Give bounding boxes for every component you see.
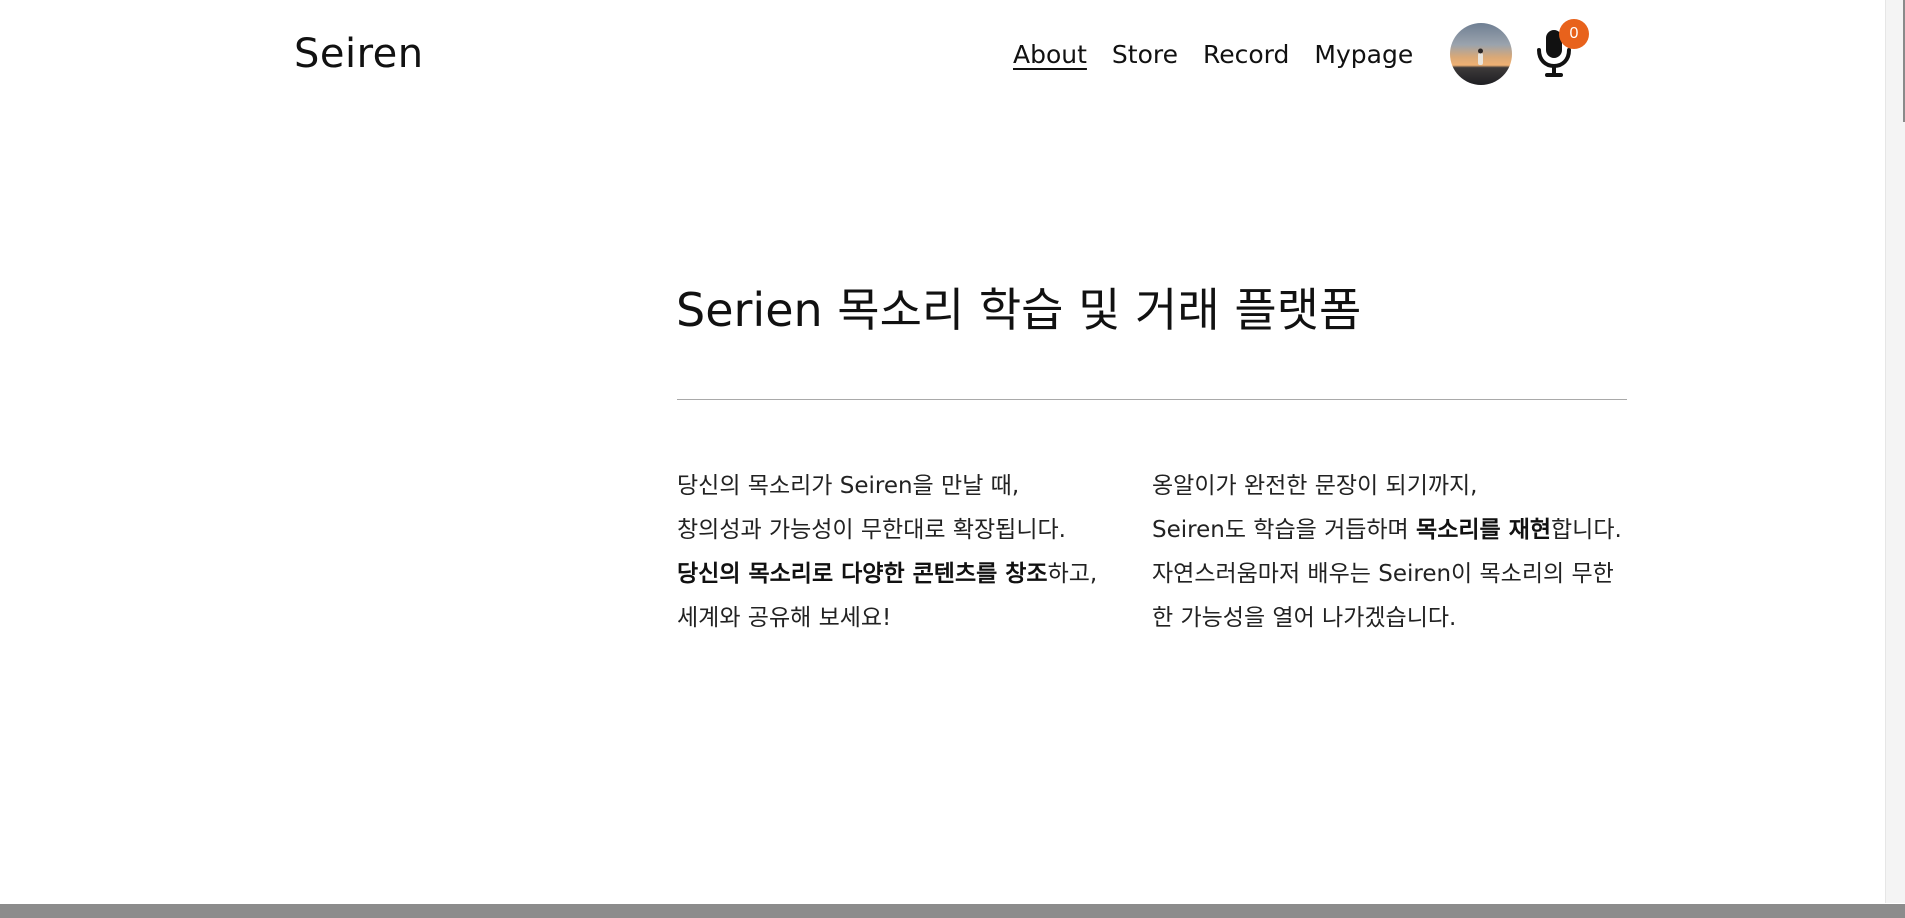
- left-line-2: 창의성과 가능성이 무한대로 확장됩니다.: [677, 517, 1066, 543]
- nav-link-record[interactable]: Record: [1203, 38, 1289, 72]
- user-avatar[interactable]: [1450, 23, 1512, 85]
- left-line-1: 당신의 목소리가 Seiren을 만날 때,: [677, 473, 1020, 499]
- right-line-1: 옹알이가 완전한 문장이 되기까지,: [1152, 473, 1478, 499]
- intro-left-paragraph: 당신의 목소리가 Seiren을 만날 때, 창의성과 가능성이 무한대로 확장…: [677, 464, 1117, 640]
- nav-link-store[interactable]: Store: [1112, 38, 1178, 72]
- nav-link-mypage[interactable]: Mypage: [1314, 38, 1413, 72]
- left-line-4: 세계와 공유해 보세요!: [677, 605, 892, 631]
- avatar-image: [1450, 23, 1512, 85]
- right-line-2-end: 합니다.: [1551, 517, 1622, 543]
- page-title: Serien 목소리 학습 및 거래 플랫폼: [676, 283, 1362, 337]
- site-header: Seiren About Store Record Mypage 0: [0, 0, 1885, 110]
- right-line-3: 자연스러움마저 배우는 Seiren이 목소리의 무한: [1152, 561, 1614, 587]
- mic-count-badge: 0: [1559, 19, 1589, 49]
- main-nav: About Store Record Mypage: [1013, 38, 1413, 72]
- right-line-4: 한 가능성을 열어 나가겠습니다.: [1152, 605, 1457, 631]
- right-line-2: Seiren도 학습을 거듭하며 목소리를 재현합니다.: [1152, 508, 1622, 552]
- left-line-3: 당신의 목소리로 다양한 콘텐츠를 창조하고,: [677, 552, 1117, 596]
- left-line-3-emphasis: 당신의 목소리로 다양한 콘텐츠를 창조: [677, 561, 1048, 587]
- nav-link-about[interactable]: About: [1013, 38, 1087, 72]
- intro-right-paragraph: 옹알이가 완전한 문장이 되기까지, Seiren도 학습을 거듭하며 목소리를…: [1152, 464, 1622, 640]
- right-line-2-emphasis: 목소리를 재현: [1416, 517, 1552, 543]
- right-line-2-start: Seiren도 학습을 거듭하며: [1152, 517, 1417, 543]
- vertical-scrollbar[interactable]: [1885, 0, 1905, 903]
- horizontal-scrollbar[interactable]: [0, 904, 1905, 918]
- left-line-3-rest: 하고,: [1047, 561, 1098, 587]
- title-divider: [677, 399, 1627, 400]
- site-logo[interactable]: Seiren: [294, 28, 424, 80]
